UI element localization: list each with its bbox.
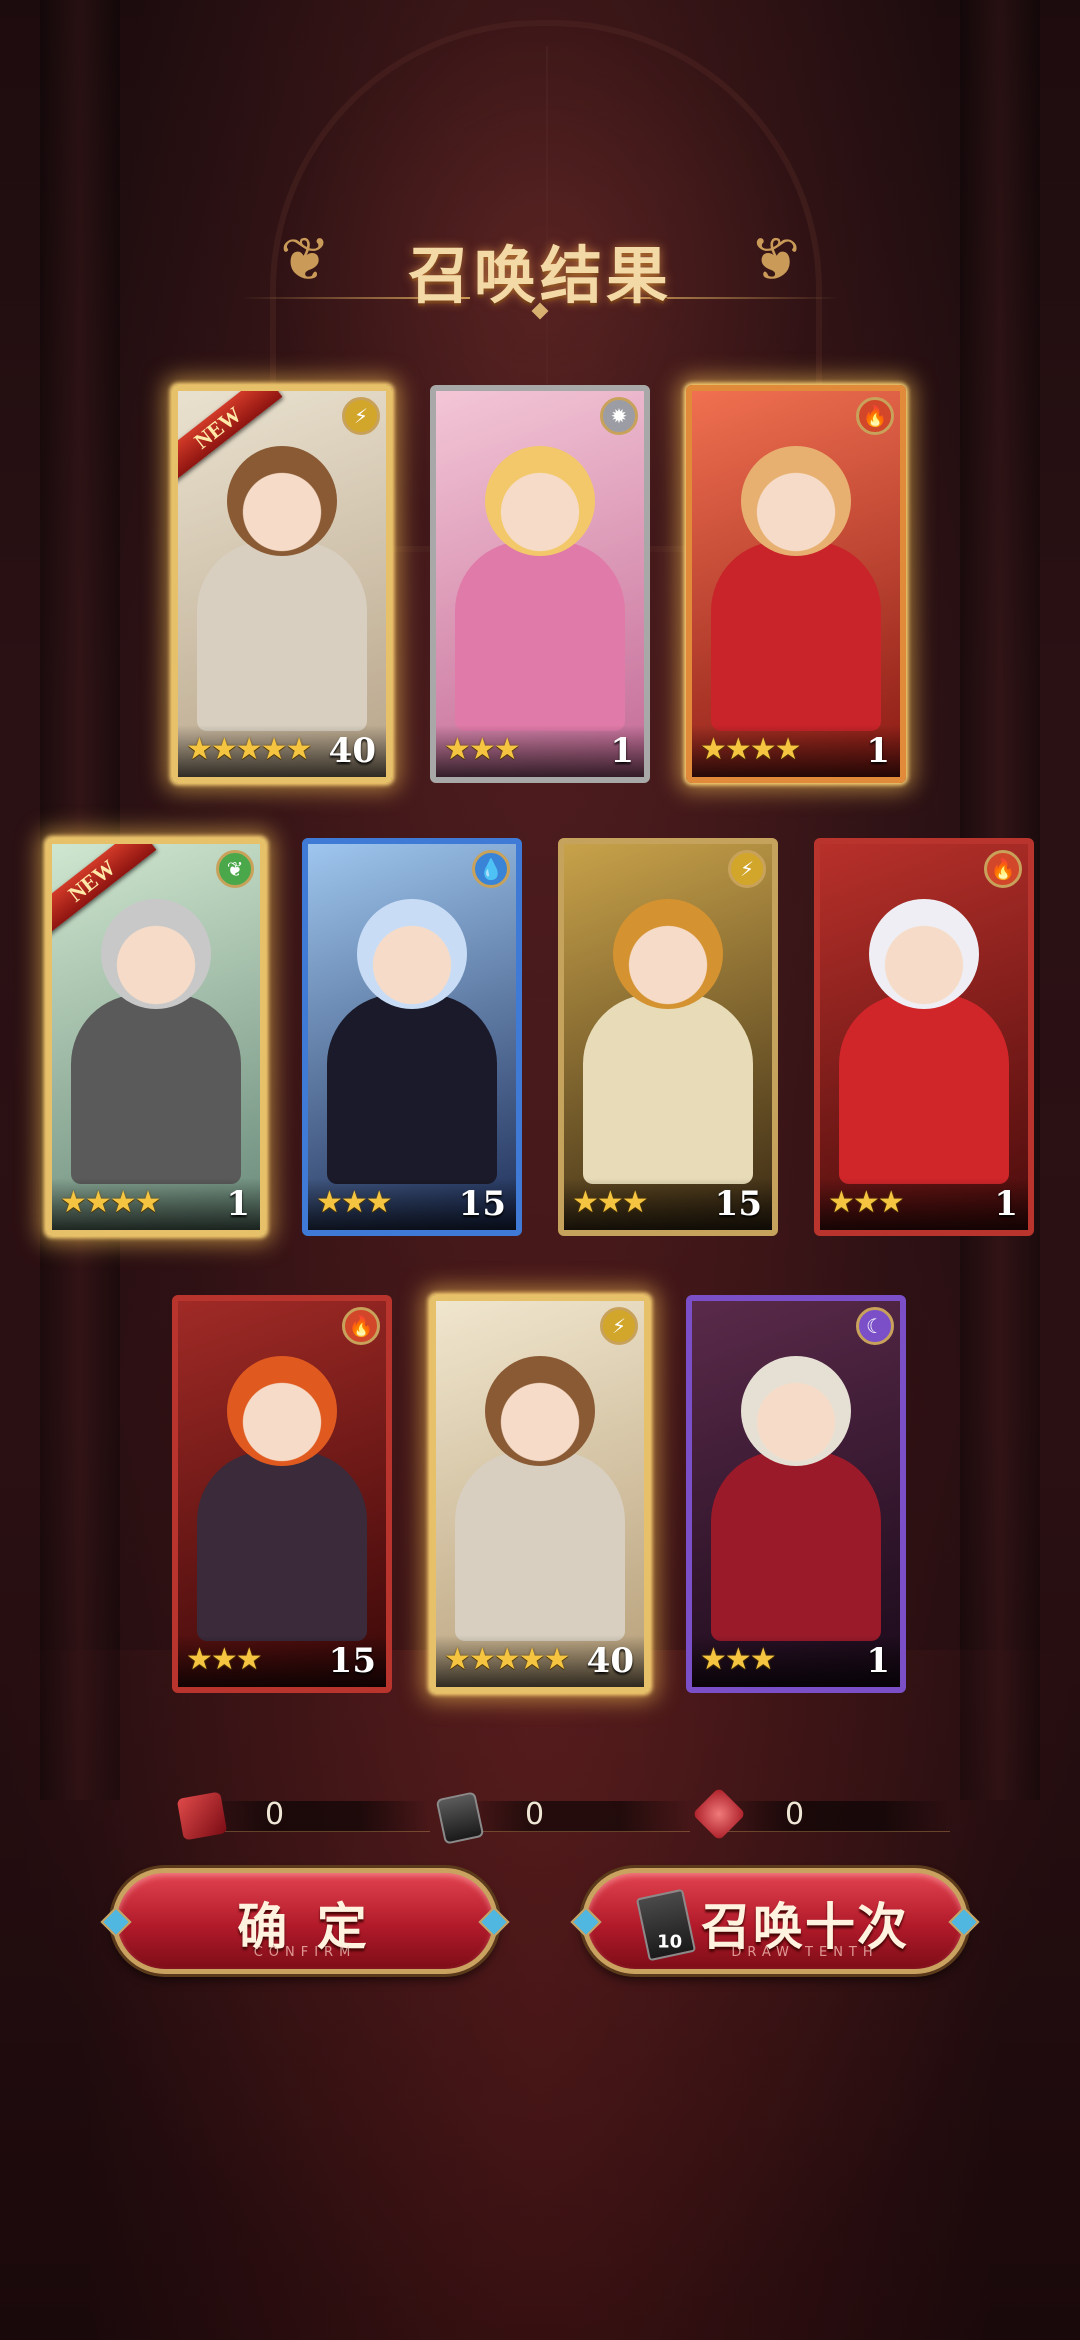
shard-count: 1 xyxy=(866,1641,890,1681)
element-icon: 🔥 xyxy=(984,850,1022,888)
hero-figure-body xyxy=(455,541,625,731)
resource-bar xyxy=(720,1801,950,1832)
hero-figure-body xyxy=(711,541,881,731)
resource-scroll: 0 xyxy=(176,1791,430,1841)
draw-ten-button-sublabel: DRAW TENTH xyxy=(731,1945,879,1960)
element-icon: ⚡ xyxy=(342,397,380,435)
shard-count: 1 xyxy=(610,731,634,771)
element-icon: ✹ xyxy=(600,397,638,435)
star-rating: ★★★ xyxy=(828,1185,905,1220)
shard-count: 15 xyxy=(458,1184,506,1224)
page-title: 召唤结果 xyxy=(407,239,672,312)
resource-gem: 0 xyxy=(692,1787,950,1841)
resource-value: 0 xyxy=(525,1797,545,1832)
result-title-banner: ❦ ❦ 召唤结果 xyxy=(200,205,880,320)
resource-value: 0 xyxy=(265,1797,285,1832)
element-icon: ⚡ xyxy=(728,850,766,888)
resource-bar xyxy=(200,1801,430,1832)
gem-icon xyxy=(692,1787,746,1841)
hero-figure-head xyxy=(357,899,467,1009)
hero-figure-head xyxy=(869,899,979,1009)
hero-portrait xyxy=(820,844,1028,1230)
hero-card[interactable]: 🔥 ★★★★ 1 xyxy=(686,385,906,783)
hero-card[interactable]: NEW ❦ ★★★★ 1 xyxy=(46,838,266,1236)
star-rating: ★★★ xyxy=(444,732,521,767)
hero-figure-head xyxy=(101,899,211,1009)
confirm-button-sublabel: CONFIRM xyxy=(253,1945,357,1960)
hero-card[interactable]: 🔥 ★★★ 15 xyxy=(172,1295,392,1693)
hero-figure-body xyxy=(197,541,367,731)
hero-figure-body xyxy=(711,1451,881,1641)
element-icon: 🔥 xyxy=(342,1307,380,1345)
summon-ticket-icon xyxy=(435,1791,485,1845)
scroll-icon xyxy=(176,1791,228,1841)
confirm-button[interactable]: 确 定 CONFIRM xyxy=(100,1868,510,1974)
shard-count: 1 xyxy=(866,731,890,771)
hero-portrait xyxy=(692,1301,900,1687)
hero-card[interactable]: ✹ ★★★ 1 xyxy=(430,385,650,783)
hero-portrait xyxy=(692,391,900,777)
hero-portrait xyxy=(308,844,516,1230)
hero-card[interactable]: 🔥 ★★★ 1 xyxy=(814,838,1034,1236)
hero-figure-body xyxy=(839,994,1009,1184)
element-icon: 🔥 xyxy=(856,397,894,435)
resource-ticket: 0 xyxy=(435,1791,690,1845)
shard-count: 15 xyxy=(714,1184,762,1224)
element-icon: ☾ xyxy=(856,1307,894,1345)
star-rating: ★★★ xyxy=(316,1185,393,1220)
element-icon: ⚡ xyxy=(600,1307,638,1345)
hero-portrait xyxy=(178,1301,386,1687)
hero-figure-head xyxy=(485,446,595,556)
resource-bar xyxy=(460,1801,690,1832)
shard-count: 1 xyxy=(226,1184,250,1224)
hero-card[interactable]: ⚡ ★★★★★ 40 xyxy=(430,1295,650,1693)
hero-card[interactable]: ☾ ★★★ 1 xyxy=(686,1295,906,1693)
element-icon: 💧 xyxy=(472,850,510,888)
background-floor xyxy=(0,1650,1080,2340)
hero-card[interactable]: ⚡ ★★★ 15 xyxy=(558,838,778,1236)
hero-figure-head xyxy=(227,446,337,556)
hero-card[interactable]: 💧 ★★★ 15 xyxy=(302,838,522,1236)
hero-figure-body xyxy=(583,994,753,1184)
draw-ten-button[interactable]: 10 召唤十次 DRAW TENTH xyxy=(570,1868,980,1974)
hero-portrait xyxy=(564,844,772,1230)
shard-count: 15 xyxy=(328,1641,376,1681)
hero-card[interactable]: NEW ⚡ ★★★★★ 40 xyxy=(172,385,392,783)
shard-count: 40 xyxy=(328,731,376,771)
hero-portrait xyxy=(436,391,644,777)
hero-figure-head xyxy=(485,1356,595,1466)
hero-figure-body xyxy=(455,1451,625,1641)
hero-figure-body xyxy=(71,994,241,1184)
resource-value: 0 xyxy=(785,1797,805,1832)
hero-figure-head xyxy=(741,1356,851,1466)
hero-portrait xyxy=(436,1301,644,1687)
hero-figure-head xyxy=(227,1356,337,1466)
star-rating: ★★★★★ xyxy=(186,732,312,767)
star-rating: ★★★★ xyxy=(700,732,802,767)
star-rating: ★★★ xyxy=(700,1642,777,1677)
star-rating: ★★★ xyxy=(186,1642,263,1677)
hero-figure-body xyxy=(327,994,497,1184)
star-rating: ★★★★★ xyxy=(444,1642,570,1677)
star-rating: ★★★★ xyxy=(60,1185,162,1220)
hero-figure-head xyxy=(741,446,851,556)
shard-count: 1 xyxy=(994,1184,1018,1224)
element-icon: ❦ xyxy=(216,850,254,888)
hero-figure-head xyxy=(613,899,723,1009)
star-rating: ★★★ xyxy=(572,1185,649,1220)
hero-figure-body xyxy=(197,1451,367,1641)
shard-count: 40 xyxy=(586,1641,634,1681)
